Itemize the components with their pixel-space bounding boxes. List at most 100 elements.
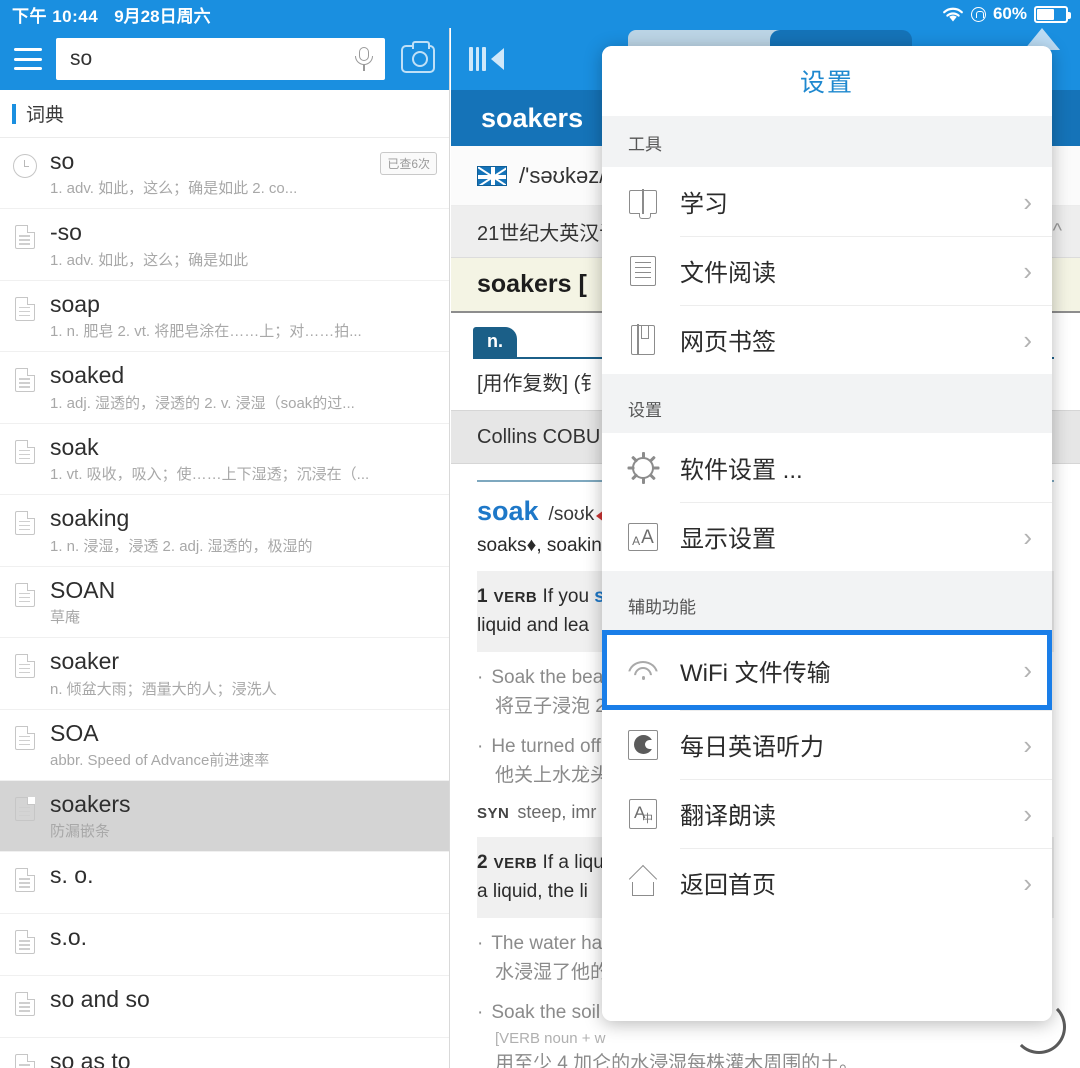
- settings-list[interactable]: 工具 学习 › 文件阅读 › 网页书签 › 设置 软件设置 ... A A 显示设置 › 辅助功能 WiFi…: [602, 116, 1052, 1021]
- settings-item-label: 软件设置 ...: [680, 457, 803, 484]
- collapse-panel-icon[interactable]: [469, 47, 504, 71]
- result-row-icon-wrap: [12, 930, 38, 955]
- wifi-icon: [943, 7, 963, 21]
- document-icon: [15, 225, 35, 250]
- sense-1-example-2-en: He turned off: [491, 736, 601, 757]
- font-size-icon: AA: [624, 522, 662, 551]
- settings-item-label: 返回首页: [680, 872, 776, 899]
- chevron-right-icon[interactable]: ›: [1023, 732, 1032, 758]
- chevron-right-icon[interactable]: ›: [1023, 657, 1032, 683]
- result-row[interactable]: so 1. adv. 如此，这么；确是如此 2. co... 已查6次: [0, 138, 449, 210]
- uk-flag-icon: [477, 165, 507, 186]
- result-row[interactable]: s. o.: [0, 852, 449, 915]
- result-row[interactable]: SOA abbr. Speed of Advance前进速率: [0, 710, 449, 781]
- translate-icon: A中: [624, 798, 662, 829]
- search-input[interactable]: so: [56, 38, 385, 80]
- result-row-text: soaker n. 倾盆大雨；酒量大的人；浸洗人: [50, 648, 437, 698]
- result-row[interactable]: so as to: [0, 1038, 449, 1068]
- sense-1-text: If you: [542, 586, 595, 607]
- chevron-right-icon[interactable]: ›: [1023, 870, 1032, 896]
- document-icon: [15, 868, 35, 893]
- battery-icon: [1034, 5, 1071, 23]
- result-row-text: SOAN 草庵: [50, 577, 437, 627]
- section-header: 词典: [0, 90, 449, 138]
- result-word: soakers: [50, 790, 131, 817]
- settings-group-header: 工具: [602, 116, 1052, 167]
- settings-item[interactable]: 每日英语听力 ›: [602, 710, 1052, 779]
- result-row[interactable]: soak 1. vt. 吸收，吸入；使……上下湿透；沉浸在（...: [0, 424, 449, 496]
- microphone-icon[interactable]: [353, 46, 375, 72]
- settings-item[interactable]: A 中翻译朗读 ›: [602, 779, 1052, 848]
- settings-item[interactable]: A A 显示设置 ›: [602, 502, 1052, 571]
- result-definition: abbr. Speed of Advance前进速率: [50, 751, 270, 769]
- phonetic-text: /'səʊkəz/: [519, 162, 606, 188]
- document-icon: [15, 368, 35, 393]
- result-row[interactable]: so and so: [0, 976, 449, 1039]
- result-row[interactable]: soakers 防漏嵌条: [0, 780, 449, 853]
- document-icon: [15, 930, 35, 955]
- entry-word: soakers [: [477, 270, 587, 298]
- status-date: 9月28日周六: [114, 6, 211, 26]
- settings-item[interactable]: 软件设置 ...: [602, 433, 1052, 502]
- screen: 下午 10:44 9月28日周六 60% so 词典 so 1. adv. 如此…: [0, 0, 1080, 1068]
- chevron-right-icon[interactable]: ›: [1023, 327, 1032, 353]
- result-word: -so: [50, 219, 82, 246]
- result-definition: 1. adj. 湿透的，浸透的 2. v. 浸湿（soak的过...: [50, 394, 355, 412]
- result-row[interactable]: soap 1. n. 肥皂 2. vt. 将肥皂涂在……上；对……拍...: [0, 281, 449, 353]
- loading-spinner-icon: [1012, 1000, 1066, 1054]
- document-icon: [15, 582, 35, 607]
- result-row-text: soaking 1. n. 浸湿，浸透 2. adj. 湿透的，极湿的: [50, 505, 437, 555]
- bookmark-icon: [624, 323, 662, 356]
- settings-item-label: 翻译朗读: [680, 803, 776, 830]
- chevron-up-icon[interactable]: ^: [1053, 220, 1062, 243]
- result-definition: 1. n. 浸湿，浸透 2. adj. 湿透的，极湿的: [50, 537, 313, 555]
- document-icon: [15, 992, 35, 1017]
- chevron-right-icon[interactable]: ›: [1023, 524, 1032, 550]
- result-row[interactable]: soaker n. 倾盆大雨；酒量大的人；浸洗人: [0, 638, 449, 710]
- result-word: so as to: [50, 1048, 131, 1068]
- settings-item[interactable]: 网页书签 ›: [602, 305, 1052, 374]
- result-definition: 草庵: [50, 609, 81, 627]
- result-row-text: s. o.: [50, 862, 437, 888]
- settings-item[interactable]: 返回首页 ›: [602, 848, 1052, 917]
- result-word: s. o.: [50, 862, 94, 889]
- search-bar: so: [0, 28, 449, 90]
- collins-phonetic: /soʊk: [548, 504, 595, 525]
- headword: soakers: [481, 102, 584, 133]
- settings-item-label: 每日英语听力: [680, 734, 824, 761]
- hamburger-menu-icon[interactable]: [14, 48, 42, 70]
- result-row-icon-wrap: [12, 225, 38, 250]
- status-time: 下午 10:44: [12, 6, 99, 26]
- document-icon: [15, 725, 35, 750]
- result-word: so and so: [50, 986, 150, 1013]
- sense-1-syn-label: SYN: [477, 805, 510, 822]
- result-row-icon-wrap: [12, 654, 38, 679]
- result-row[interactable]: soaking 1. n. 浸湿，浸透 2. adj. 湿透的，极湿的: [0, 495, 449, 567]
- settings-group-header: 设置: [602, 374, 1052, 433]
- settings-item[interactable]: WiFi 文件传输 ›: [602, 630, 1052, 710]
- result-word: soak: [50, 433, 99, 460]
- settings-item[interactable]: 学习 ›: [602, 167, 1052, 236]
- result-row-text: soakers 防漏嵌条: [50, 791, 437, 841]
- result-list: so 1. adv. 如此，这么；确是如此 2. co... 已查6次 -so 1. a…: [0, 138, 449, 1068]
- status-bar: 下午 10:44 9月28日周六 60%: [0, 0, 1080, 28]
- result-row[interactable]: SOAN 草庵: [0, 567, 449, 639]
- result-row[interactable]: soaked 1. adj. 湿透的，浸透的 2. v. 浸湿（soak的过...: [0, 352, 449, 424]
- sense-2-example-2-cn: 用至少 4 加仑的水浸湿每株灌木周围的土。: [495, 1053, 859, 1068]
- result-word: soap: [50, 290, 100, 317]
- settings-item[interactable]: 文件阅读 ›: [602, 236, 1052, 305]
- wifi-transfer-icon: [624, 657, 662, 683]
- sense-1-number: 1: [477, 586, 488, 607]
- status-indicators: 60%: [942, 4, 1071, 24]
- camera-icon[interactable]: [401, 41, 435, 73]
- chevron-right-icon[interactable]: ›: [1023, 801, 1032, 827]
- result-definition: 防漏嵌条: [50, 823, 111, 841]
- chevron-right-icon[interactable]: ›: [1023, 258, 1032, 284]
- result-row-text: so as to: [50, 1048, 437, 1068]
- result-row[interactable]: -so 1. adv. 如此，这么；确是如此: [0, 209, 449, 281]
- result-row[interactable]: s.o.: [0, 914, 449, 977]
- chevron-right-icon[interactable]: ›: [1023, 189, 1032, 215]
- result-word: soaking: [50, 505, 130, 532]
- result-row-icon-wrap: [12, 296, 38, 321]
- settings-title-bar: 设置: [602, 46, 1052, 116]
